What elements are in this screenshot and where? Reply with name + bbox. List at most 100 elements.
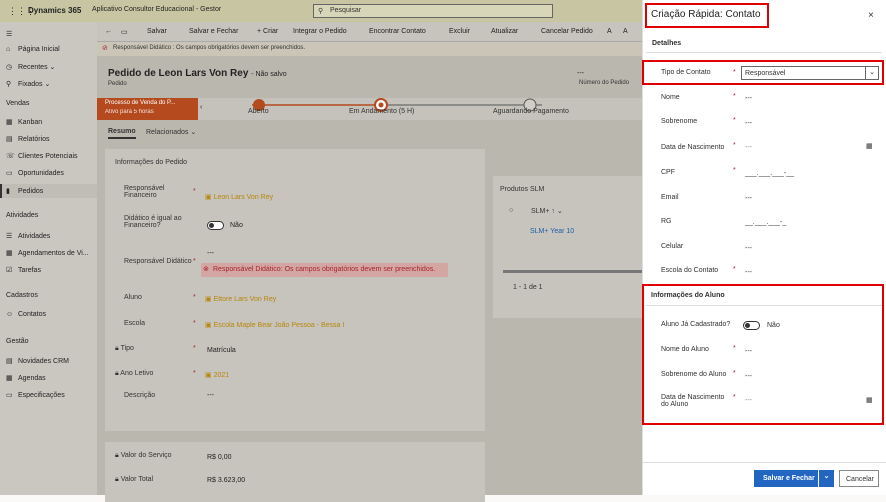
sidebar-item-specs[interactable]: ▭ Especificações [6, 391, 65, 399]
products-pager: 1 - 1 de 1 [513, 284, 543, 291]
order-icon: ▮ [6, 188, 10, 195]
error-icon: ⊗ [203, 266, 209, 273]
save-close-button[interactable]: Salvar e Fechar [189, 28, 238, 35]
bpf-prev-icon[interactable]: ‹ [200, 104, 202, 111]
refresh-button[interactable]: Atualizar [491, 28, 518, 35]
record-entity: Pedido [108, 81, 127, 87]
products-scrollbar[interactable] [503, 270, 642, 273]
last-name-input[interactable]: --- [745, 120, 752, 127]
student-birthdate-label: Data de Nascimento do Aluno [661, 394, 725, 408]
sidebar-item-orders[interactable]: ▮ Pedidos [6, 187, 43, 195]
tab-summary[interactable]: Resumo [108, 128, 136, 139]
email-label: Email [661, 194, 679, 201]
student-lastname-input[interactable]: --- [745, 373, 752, 380]
products-column-header[interactable]: SLM+ ↑ ⌄ [531, 207, 563, 215]
mobile-input[interactable]: --- [745, 245, 752, 252]
sidebar-item-visits[interactable]: ▦ Agendamentos de Vi... [6, 249, 89, 257]
find-contact-button[interactable]: Encontrar Contato [369, 28, 426, 35]
sidebar-item-tasks[interactable]: ☑ Tarefas [6, 266, 41, 274]
spec-icon: ▭ [6, 392, 13, 399]
responsible-financial-link[interactable]: ▣ Leon Lars Von Rey [205, 193, 273, 201]
field-label: 🔒︎ Valor Total [115, 476, 154, 483]
save-close-button[interactable]: Salvar e Fechar ⌄ [754, 470, 834, 487]
field-label: Escola [124, 320, 146, 327]
close-icon[interactable]: × [868, 10, 874, 21]
delete-button[interactable]: Excluir [449, 28, 470, 35]
clock-icon: ◷ [6, 64, 13, 71]
bpf-active-stage[interactable]: Processo de Venda do P... Ativo para 5 h… [97, 98, 198, 120]
brand-name[interactable]: Dynamics 365 [28, 6, 81, 15]
first-name-input[interactable]: --- [745, 95, 752, 102]
command-a2[interactable]: A [623, 28, 628, 35]
sidebar-item-opportunities[interactable]: ▭ Oportunidades [6, 169, 64, 177]
cpf-input[interactable]: ___.___.___-__ [745, 170, 794, 177]
sidebar-item-contacts[interactable]: ☺ Contatos [6, 311, 46, 318]
birth-date-input[interactable]: --- [745, 144, 752, 151]
products-title: Produtos SLM [500, 186, 545, 193]
chevron-down-icon[interactable]: ⌄ [865, 67, 878, 79]
hamburger-icon[interactable]: ☰ [6, 30, 12, 38]
error-icon: ⊘ [102, 45, 108, 52]
sidebar-section-activities: Atividades [6, 212, 39, 219]
create-button[interactable]: + Criar [257, 28, 278, 35]
field-label: Responsável Didático [124, 258, 192, 265]
student-registered-toggle[interactable] [743, 321, 760, 330]
divider [646, 52, 882, 53]
didactic-equal-toggle[interactable] [207, 221, 224, 230]
calendar-icon[interactable]: ▦ [866, 396, 873, 404]
student-link[interactable]: ▣ Ettore Lars Von Rey [205, 295, 276, 303]
school-link[interactable]: ▣ Escola Maple Bear João Pessoa - Bessa … [205, 321, 344, 329]
sidebar-item-news[interactable]: ▤ Novidades CRM [6, 357, 69, 365]
integrate-button[interactable]: Integrar o Pedido [293, 28, 347, 35]
select-all-radio[interactable]: ○ [509, 207, 513, 214]
tab-related[interactable]: Relacionados ⌄ [146, 128, 196, 136]
bpf-step-awaiting-payment[interactable]: Aguardando Pagamento [493, 108, 569, 115]
responsible-didactic-value[interactable]: --- [207, 250, 214, 257]
pin-icon: ⚲ [6, 81, 12, 88]
save-button[interactable]: Salvar [147, 28, 167, 35]
school-year-link[interactable]: ▣ 2021 [205, 371, 229, 379]
product-row-link[interactable]: SLM+ Year 10 [530, 228, 574, 235]
app-name[interactable]: Aplicativo Consultor Educacional - Gesto… [92, 6, 221, 13]
sidebar-item-agendas[interactable]: ▦ Agendas [6, 374, 46, 382]
cancel-button[interactable]: Cancelar [839, 470, 879, 487]
contact-type-select[interactable]: Responsável ⌄ [741, 66, 879, 80]
student-registered-value: Não [767, 322, 780, 329]
type-value: Matrícula [207, 347, 236, 354]
student-name-input[interactable]: --- [745, 348, 752, 355]
popout-icon[interactable]: ▭ [121, 28, 128, 36]
calendar-icon[interactable]: ▦ [866, 142, 873, 150]
email-input[interactable]: --- [745, 195, 752, 202]
contact-school-input[interactable]: --- [745, 269, 752, 276]
student-birthdate-input[interactable]: --- [745, 397, 752, 404]
lock-icon: 🔒︎ [115, 452, 119, 459]
home-icon: ⌂ [6, 46, 11, 53]
bpf-step-open[interactable]: Aberto [248, 108, 269, 115]
field-label: Descrição [124, 392, 156, 399]
sidebar-item-home[interactable]: ⌂ Página Inicial [6, 46, 60, 53]
rg-input[interactable]: __.___.___-_ [745, 219, 786, 226]
back-icon[interactable]: ← [105, 28, 112, 35]
sidebar-item-pinned[interactable]: ⚲ Fixados ⌄ [6, 80, 50, 88]
list-icon: ☰ [6, 233, 13, 240]
bpf-step-in-progress[interactable]: Em Andamento (5 H) [349, 108, 414, 115]
search-icon: ⚲ [318, 8, 324, 15]
command-a1[interactable]: A [607, 28, 612, 35]
description-value[interactable]: --- [207, 392, 214, 399]
sidebar-item-leads[interactable]: ☏ Clientes Potenciais [6, 152, 78, 160]
search-input[interactable]: ⚲ Pesquisar [313, 4, 553, 18]
sidebar: ☰ ⌂ Página Inicial ◷ Recentes ⌄ ⚲ Fixados ⌄… [0, 22, 97, 495]
sidebar-item-recent[interactable]: ◷ Recentes ⌄ [6, 63, 55, 71]
sidebar-item-kanban[interactable]: ▦ Kanban [6, 118, 42, 126]
cancel-order-button[interactable]: Cancelar Pedido [541, 28, 593, 35]
order-number-label: Número do Pedido [579, 80, 630, 86]
cpf-label: CPF [661, 169, 675, 176]
student-name-label: Nome do Aluno [661, 346, 709, 353]
sidebar-item-reports[interactable]: ▤ Relatórios [6, 135, 50, 143]
sidebar-item-activities[interactable]: ☰ Atividades [6, 232, 50, 240]
field-label: 🔒︎ Ano Letivo [115, 370, 154, 377]
didactic-equal-value: Não [230, 222, 243, 229]
news-icon: ▤ [6, 358, 13, 365]
calendar-icon: ▦ [6, 250, 13, 257]
chevron-down-icon[interactable]: ⌄ [818, 470, 834, 487]
